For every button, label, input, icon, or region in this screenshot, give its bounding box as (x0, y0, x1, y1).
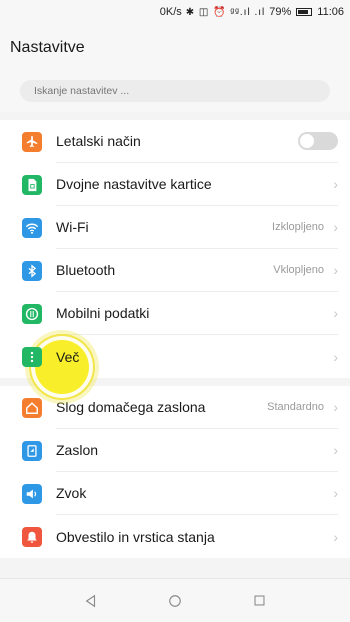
sim-card-icon (22, 174, 42, 195)
display-icon (22, 440, 42, 461)
airplane-icon (22, 131, 42, 152)
settings-item-notifications[interactable]: Obvestilo in vrstica stanja › (0, 515, 350, 558)
clock: 11:06 (317, 6, 344, 18)
status-icons: ✱ ◫ ⏰ ᵍᵍ.ıl .ıl (185, 6, 266, 18)
search-input[interactable] (20, 80, 330, 102)
settings-item-airplane-mode[interactable]: Letalski način (0, 120, 350, 163)
page-title: Nastavitve (10, 39, 85, 56)
settings-item-label: Zvok (56, 485, 87, 501)
home-button-icon[interactable] (164, 590, 186, 612)
settings-item-label: Wi-Fi (56, 219, 89, 235)
wifi-icon (22, 217, 42, 238)
chevron-right-icon: › (333, 399, 338, 415)
mobile-data-icon (22, 303, 42, 324)
page-title-bar: Nastavitve (0, 24, 350, 72)
chevron-right-icon: › (333, 176, 338, 192)
settings-item-label: Mobilni podatki (56, 305, 150, 321)
settings-item-label: Slog domačega zaslona (56, 399, 206, 415)
search-container (0, 72, 350, 112)
settings-item-sound[interactable]: Zvok › (0, 472, 350, 515)
chevron-right-icon: › (333, 348, 338, 365)
settings-item-more[interactable]: Več › (0, 335, 350, 378)
settings-item-display[interactable]: Zaslon › (0, 429, 350, 472)
settings-item-label: Letalski način (56, 133, 141, 149)
chevron-right-icon: › (333, 442, 338, 458)
settings-item-label: Bluetooth (56, 262, 116, 278)
status-bar: 0K/s ✱ ◫ ⏰ ᵍᵍ.ıl .ıl 79% 11:06 (0, 0, 350, 24)
settings-item-label: Obvestilo in vrstica stanja (56, 528, 215, 545)
settings-item-wifi[interactable]: Wi-Fi Izklopljeno › (0, 206, 350, 249)
chevron-right-icon: › (333, 262, 338, 278)
bluetooth-status-value: Vklopljeno (273, 264, 324, 276)
network-speed: 0K/s (159, 6, 182, 18)
settings-item-label: Dvojne nastavitve kartice (56, 176, 212, 192)
back-icon[interactable] (80, 590, 102, 612)
home-style-value: Standardno (267, 401, 324, 413)
navigation-bar (0, 578, 350, 622)
home-icon (22, 397, 42, 418)
chevron-right-icon: › (333, 305, 338, 321)
speaker-icon (22, 483, 42, 504)
bluetooth-icon (22, 260, 42, 281)
settings-item-label: Več (56, 348, 80, 365)
battery-percent: 79% (269, 6, 292, 18)
settings-item-label: Zaslon (56, 442, 99, 458)
settings-group-connectivity: Letalski način Dvojne nastavitve kartice… (0, 120, 350, 378)
recents-icon[interactable] (248, 590, 270, 612)
phone-screen: 0K/s ✱ ◫ ⏰ ᵍᵍ.ıl .ıl 79% 11:06 Nastavitv… (0, 0, 350, 622)
chevron-right-icon: › (333, 219, 338, 235)
settings-item-mobile-data[interactable]: Mobilni podatki › (0, 292, 350, 335)
settings-item-dual-sim[interactable]: Dvojne nastavitve kartice › (0, 163, 350, 206)
settings-item-home-screen-style[interactable]: Slog domačega zaslona Standardno › (0, 386, 350, 429)
chevron-right-icon: › (333, 485, 338, 501)
battery-icon (296, 8, 313, 16)
airplane-mode-toggle[interactable] (298, 132, 338, 150)
settings-group-display: Slog domačega zaslona Standardno › Zaslo… (0, 386, 350, 558)
more-icon (22, 346, 42, 367)
notification-icon (22, 526, 42, 547)
settings-item-bluetooth[interactable]: Bluetooth Vklopljeno › (0, 249, 350, 292)
chevron-right-icon: › (333, 528, 338, 545)
wifi-status-value: Izklopljeno (272, 221, 324, 233)
